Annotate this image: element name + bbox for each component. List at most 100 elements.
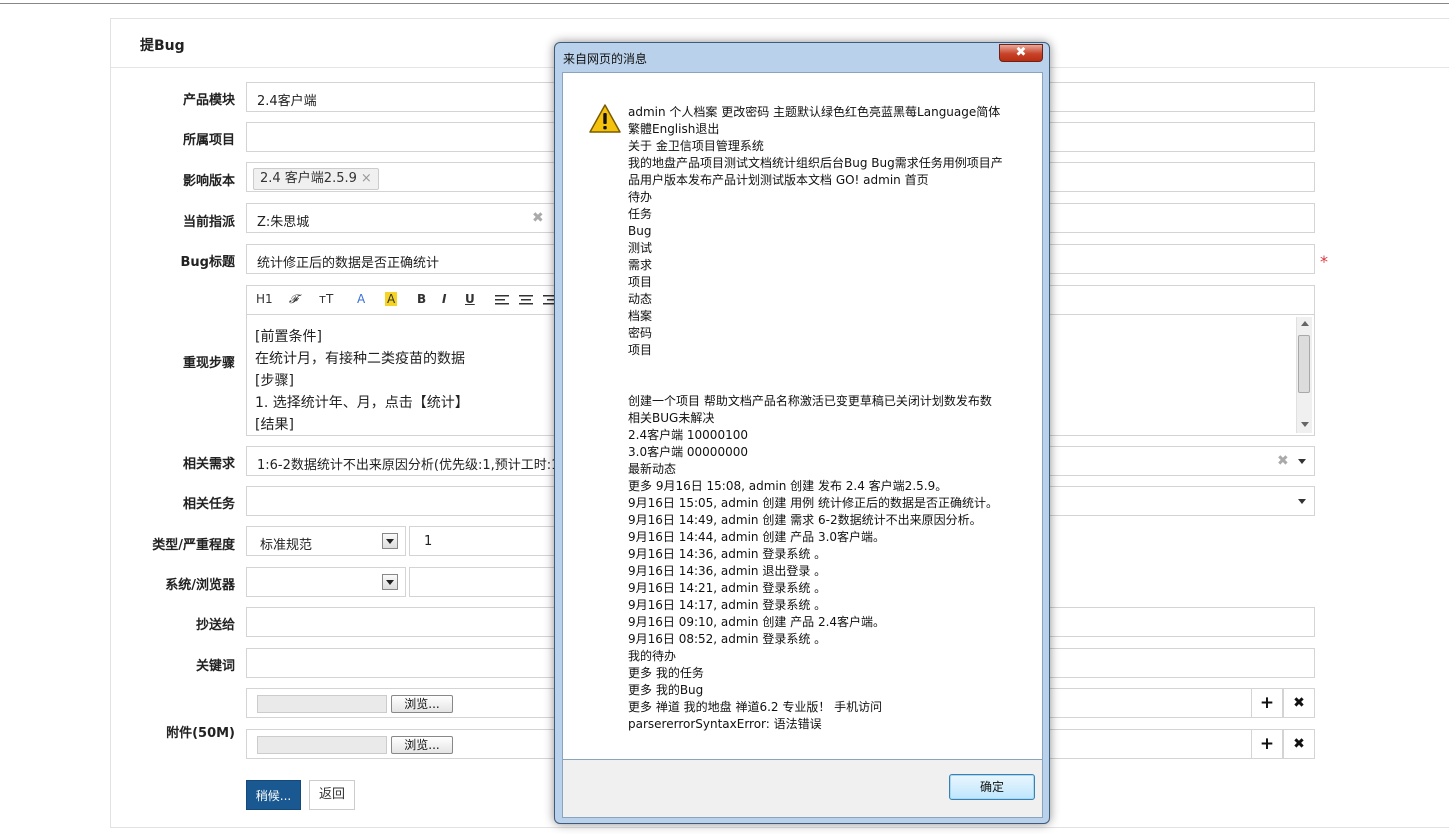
- chevron-down-icon[interactable]: [1298, 499, 1306, 504]
- os-browser-label: 系统/浏览器: [165, 578, 235, 593]
- font-family-button[interactable]: 𝓕: [289, 292, 298, 307]
- highlight-button[interactable]: A: [385, 292, 398, 306]
- project-label: 所属项目: [182, 133, 235, 148]
- alert-dialog: 来自网页的消息 ✖ admin 个人档案 更改密码 主题默认绿色红色亮蓝黑莓La…: [554, 42, 1050, 824]
- dialog-message-line: 3.0客户端 00000000: [628, 445, 748, 459]
- version-chip: 2.4 客户端2.5.9 ×: [253, 168, 379, 190]
- align-left-icon[interactable]: [495, 294, 509, 306]
- bug-type-value: 标准规范: [260, 538, 313, 553]
- scroll-thumb[interactable]: [1298, 335, 1310, 393]
- dialog-message-line: 待办: [628, 190, 653, 204]
- dialog-message-line: 更多 9月16日 15:08, admin 创建 发布 2.4 客户端2.5.9…: [628, 479, 948, 493]
- dialog-message-line: 更多 我的任务: [628, 666, 704, 680]
- version-chip-label: 2.4 客户端2.5.9: [260, 171, 357, 186]
- bold-button[interactable]: B: [417, 292, 426, 306]
- align-center-icon[interactable]: [519, 294, 533, 306]
- editor-scrollbar[interactable]: [1296, 317, 1312, 433]
- attachments-label: 附件(50M): [166, 726, 235, 741]
- dialog-body: admin 个人档案 更改密码 主题默认绿色红色亮蓝黑莓Language简体 繁體…: [562, 72, 1043, 760]
- dialog-message-line: 品用户版本发布产品计划测试版本文档 GO! admin 首页: [628, 173, 929, 187]
- steps-label: 重现步骤: [182, 356, 235, 371]
- dialog-message-line: 创建一个项目 帮助文档产品名称激活已变更草稿已关闭计划数发布数: [628, 394, 992, 408]
- dialog-message-line: 9月16日 15:05, admin 创建 用例 统计修正后的数据是否正确统计。: [628, 496, 998, 510]
- dialog-message-line: 9月16日 09:10, admin 创建 产品 2.4客户端。: [628, 615, 886, 629]
- warning-icon: [589, 104, 621, 133]
- browse-button[interactable]: 浏览...: [391, 695, 453, 713]
- assigned-to-label: 当前指派: [182, 215, 235, 230]
- underline-button[interactable]: U: [465, 292, 475, 306]
- cc-label: 抄送给: [195, 618, 235, 633]
- add-attachment-button[interactable]: +: [1251, 729, 1283, 759]
- heading-button[interactable]: H1: [256, 292, 273, 306]
- type-severity-label: 类型/严重程度: [152, 538, 235, 553]
- steps-line: 在统计月，有接种二类疫苗的数据: [255, 351, 465, 367]
- steps-line: 1. 选择统计年、月，点击【统计】: [255, 395, 469, 411]
- ok-button[interactable]: 确定: [949, 774, 1035, 800]
- dialog-message-line: 需求: [628, 258, 653, 272]
- steps-line: [结果]: [255, 417, 294, 433]
- file-path-field[interactable]: [257, 695, 387, 713]
- browser-select[interactable]: [409, 567, 559, 597]
- dialog-message-line: parsererrorSyntaxError: 语法错误: [628, 717, 822, 731]
- product-module-label: 产品模块: [182, 93, 235, 108]
- remove-attachment-button[interactable]: ✖: [1283, 688, 1315, 718]
- steps-line: [前置条件]: [255, 329, 322, 345]
- browse-button[interactable]: 浏览...: [391, 736, 453, 754]
- product-module-value: 2.4客户端: [257, 94, 317, 109]
- remove-attachment-button[interactable]: ✖: [1283, 729, 1315, 759]
- dialog-message-line: 关于 金卫信项目管理系统: [628, 139, 764, 153]
- submit-button[interactable]: 稍候...: [246, 780, 301, 810]
- dialog-footer: 确定: [562, 760, 1043, 818]
- chevron-down-icon[interactable]: [1298, 459, 1306, 464]
- italic-button[interactable]: I: [442, 292, 446, 306]
- dialog-message-line: 测试: [628, 241, 653, 255]
- dialog-message-line: 9月16日 14:44, admin 创建 产品 3.0客户端。: [628, 530, 886, 544]
- dialog-message-line: 9月16日 14:49, admin 创建 需求 6-2数据统计不出来原因分析。: [628, 513, 982, 527]
- dialog-message-line: Bug: [628, 224, 652, 238]
- keywords-label: 关键词: [195, 659, 235, 674]
- assigned-clear-icon[interactable]: ✖: [532, 210, 544, 226]
- dialog-message-line: 繁體English退出: [628, 122, 720, 136]
- dialog-title: 来自网页的消息: [563, 52, 648, 66]
- dialog-message-line: 我的待办: [628, 649, 677, 663]
- back-button[interactable]: 返回: [309, 780, 355, 810]
- select-arrow-icon[interactable]: [382, 574, 398, 590]
- dialog-message-line: 更多 我的Bug: [628, 683, 704, 697]
- scroll-up-icon[interactable]: [1301, 321, 1309, 326]
- dialog-message-line: 9月16日 08:52, admin 登录系统 。: [628, 632, 827, 646]
- required-mark: *: [1320, 252, 1328, 271]
- chip-remove-icon[interactable]: ×: [361, 171, 372, 186]
- dialog-message-line: 档案: [628, 309, 653, 323]
- select-arrow-icon[interactable]: [382, 533, 398, 549]
- dialog-message-line: 2.4客户端 10000100: [628, 428, 748, 442]
- dialog-message-line: admin 个人档案 更改密码 主题默认绿色红色亮蓝黑莓Language简体: [628, 105, 1001, 119]
- add-attachment-button[interactable]: +: [1251, 688, 1283, 718]
- font-size-button[interactable]: тT: [319, 292, 333, 306]
- severity-value: 1: [424, 534, 433, 549]
- bug-type-select[interactable]: 标准规范: [246, 526, 406, 556]
- file-path-field[interactable]: [257, 736, 387, 754]
- dialog-message-line: 我的地盘产品项目测试文档统计组织后台Bug Bug需求任务用例项目产: [628, 156, 1003, 170]
- os-select[interactable]: [246, 567, 406, 597]
- dialog-message-line: 9月16日 14:36, admin 退出登录 。: [628, 564, 827, 578]
- dialog-message-line: 任务: [628, 207, 653, 221]
- close-button[interactable]: ✖: [999, 44, 1043, 62]
- dialog-message-line: 9月16日 14:21, admin 登录系统 。: [628, 581, 827, 595]
- dialog-message-line: 最新动态: [628, 462, 677, 476]
- dialog-message-line: 9月16日 14:17, admin 登录系统 。: [628, 598, 827, 612]
- dialog-message-line: 9月16日 14:36, admin 登录系统 。: [628, 547, 827, 561]
- dialog-message-line: 更多 禅道 我的地盘 禅道6.2 专业版！ 手机访问: [628, 700, 883, 714]
- assigned-to-value: Z:朱思城: [257, 215, 310, 230]
- dialog-message-line: 项目: [628, 275, 653, 289]
- page-title: 提Bug: [140, 38, 185, 54]
- related-story-value: 1:6-2数据统计不出来原因分析(优先级:1,预计工时:16: [257, 458, 568, 473]
- bug-title-value: 统计修正后的数据是否正确统计: [257, 256, 440, 271]
- scroll-down-icon[interactable]: [1301, 422, 1309, 427]
- bug-title-label: Bug标题: [180, 255, 235, 270]
- severity-select[interactable]: 1: [409, 526, 559, 556]
- related-story-label: 相关需求: [182, 457, 235, 472]
- related-task-label: 相关任务: [182, 497, 235, 512]
- story-clear-icon[interactable]: ✖: [1277, 453, 1289, 469]
- font-color-button[interactable]: A: [357, 292, 365, 306]
- dialog-message-line: 动态: [628, 292, 653, 306]
